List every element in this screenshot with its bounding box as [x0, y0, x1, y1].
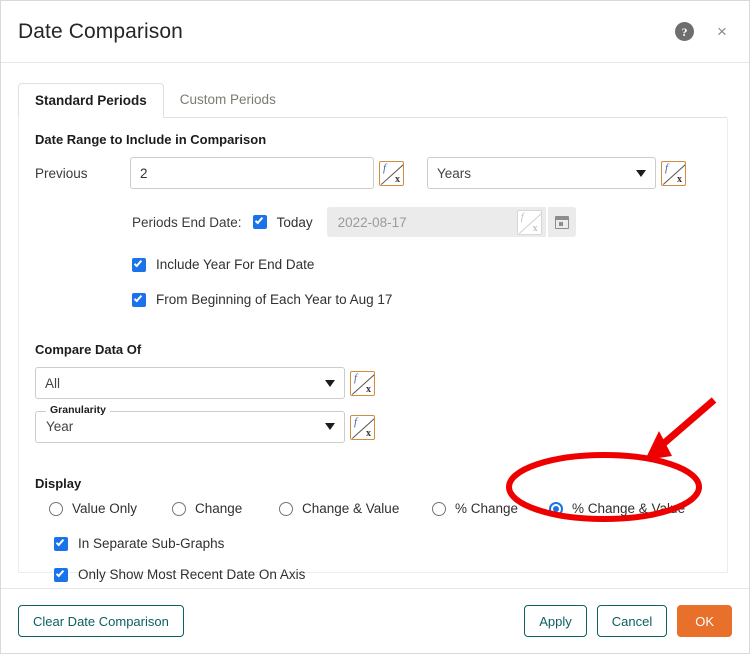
formula-icon-compare-scope[interactable]: f x	[350, 370, 375, 396]
radio-change-label: Change	[195, 501, 243, 516]
from-beginning-label: From Beginning of Each Year to Aug 17	[156, 292, 393, 307]
radio-pct-change-label: % Change	[455, 501, 519, 516]
formula-icon-period-unit[interactable]: f x	[661, 160, 686, 186]
dialog-body: Standard Periods Custom Periods Date Ran…	[1, 63, 749, 588]
end-date-value: 2022-08-17	[337, 214, 407, 230]
formula-icon-end-date: f x	[516, 209, 542, 235]
chevron-down-icon	[636, 169, 646, 177]
page-title: Date Comparison	[18, 19, 183, 43]
period-unit-select[interactable]: Years	[427, 157, 656, 189]
previous-period-row: Previous 2 f x Years f x	[35, 157, 711, 189]
previous-value-text: 2	[140, 165, 148, 181]
radio-pct-change[interactable]: % Change	[432, 501, 549, 516]
formula-icon-granularity[interactable]: f x	[350, 414, 375, 440]
from-beginning-checkbox[interactable]	[132, 292, 146, 307]
radio-pct-change-value[interactable]: % Change & Value	[549, 501, 685, 516]
previous-label: Previous	[35, 165, 88, 181]
radio-pct-change-button[interactable]	[432, 501, 446, 516]
cancel-button[interactable]: Cancel	[596, 605, 668, 637]
today-checkbox[interactable]	[252, 215, 267, 229]
compare-scope-value: All	[45, 375, 61, 391]
tab-custom-periods[interactable]: Custom Periods	[164, 82, 292, 117]
dialog-footer: Clear Date Comparison Apply Cancel OK	[1, 588, 749, 653]
today-label: Today	[276, 214, 313, 230]
previous-value-input[interactable]: 2	[130, 157, 374, 189]
include-year-label: Include Year For End Date	[156, 257, 315, 272]
end-date-input: 2022-08-17	[326, 207, 512, 237]
periods-end-date-label: Periods End Date:	[132, 214, 242, 230]
radio-value-only[interactable]: Value Only	[49, 501, 172, 516]
close-icon[interactable]: ×	[713, 22, 731, 41]
radio-change-button[interactable]	[172, 501, 186, 516]
tab-standard-periods[interactable]: Standard Periods	[18, 83, 164, 118]
ok-button[interactable]: OK	[677, 605, 732, 637]
tabstrip: Standard Periods Custom Periods	[18, 81, 727, 118]
radio-change[interactable]: Change	[172, 501, 279, 516]
periods-end-date-row: Periods End Date: Today 2022-08-17 f x	[132, 207, 711, 237]
separate-subgraphs-row: In Separate Sub-Graphs	[54, 536, 711, 551]
radio-value-only-button[interactable]	[49, 501, 63, 516]
granularity-value: Year	[46, 419, 74, 434]
formula-icon-previous[interactable]: f x	[379, 160, 404, 186]
from-beginning-row: From Beginning of Each Year to Aug 17	[132, 292, 711, 307]
radio-pct-change-value-label: % Change & Value	[572, 501, 686, 516]
calendar-icon	[547, 207, 576, 237]
include-year-checkbox[interactable]	[132, 257, 146, 272]
separate-subgraphs-checkbox[interactable]	[54, 536, 68, 551]
chevron-down-icon	[325, 423, 335, 430]
granularity-row: Granularity Year f x	[35, 404, 711, 443]
compare-scope-row: All f x	[35, 367, 711, 399]
compare-data-section-title: Compare Data Of	[35, 342, 142, 357]
compare-scope-select[interactable]: All	[35, 367, 345, 399]
standard-periods-panel: Date Range to Include in Comparison Prev…	[18, 118, 728, 582]
tab-custom-periods-label: Custom Periods	[179, 92, 276, 107]
dialog-titlebar: Date Comparison ? ×	[1, 1, 749, 63]
separate-subgraphs-label: In Separate Sub-Graphs	[78, 536, 225, 551]
radio-value-only-label: Value Only	[72, 501, 138, 516]
recent-date-axis-checkbox[interactable]	[54, 567, 68, 582]
radio-change-value-button[interactable]	[279, 501, 293, 516]
date-comparison-dialog: Date Comparison ? × Standard Periods Cus…	[0, 0, 750, 654]
recent-date-axis-row: Only Show Most Recent Date On Axis	[54, 567, 711, 582]
help-circle-icon[interactable]: ?	[675, 22, 694, 41]
display-options-row: Value Only Change Change & Value % Chang…	[49, 501, 711, 516]
apply-button[interactable]: Apply	[524, 605, 587, 637]
clear-date-comparison-button[interactable]: Clear Date Comparison	[18, 605, 184, 637]
granularity-select[interactable]: Granularity Year	[35, 404, 345, 443]
granularity-legend: Granularity	[46, 404, 111, 416]
tab-standard-periods-label: Standard Periods	[35, 93, 147, 108]
radio-pct-change-value-button[interactable]	[549, 501, 563, 516]
chevron-down-icon	[325, 379, 335, 387]
radio-change-value-label: Change & Value	[302, 501, 400, 516]
recent-date-axis-label: Only Show Most Recent Date On Axis	[78, 567, 306, 582]
period-unit-value: Years	[437, 165, 472, 181]
include-year-row: Include Year For End Date	[132, 257, 711, 272]
display-section-title: Display	[35, 476, 82, 491]
date-range-section-title: Date Range to Include in Comparison	[35, 132, 267, 147]
radio-change-value[interactable]: Change & Value	[279, 501, 432, 516]
